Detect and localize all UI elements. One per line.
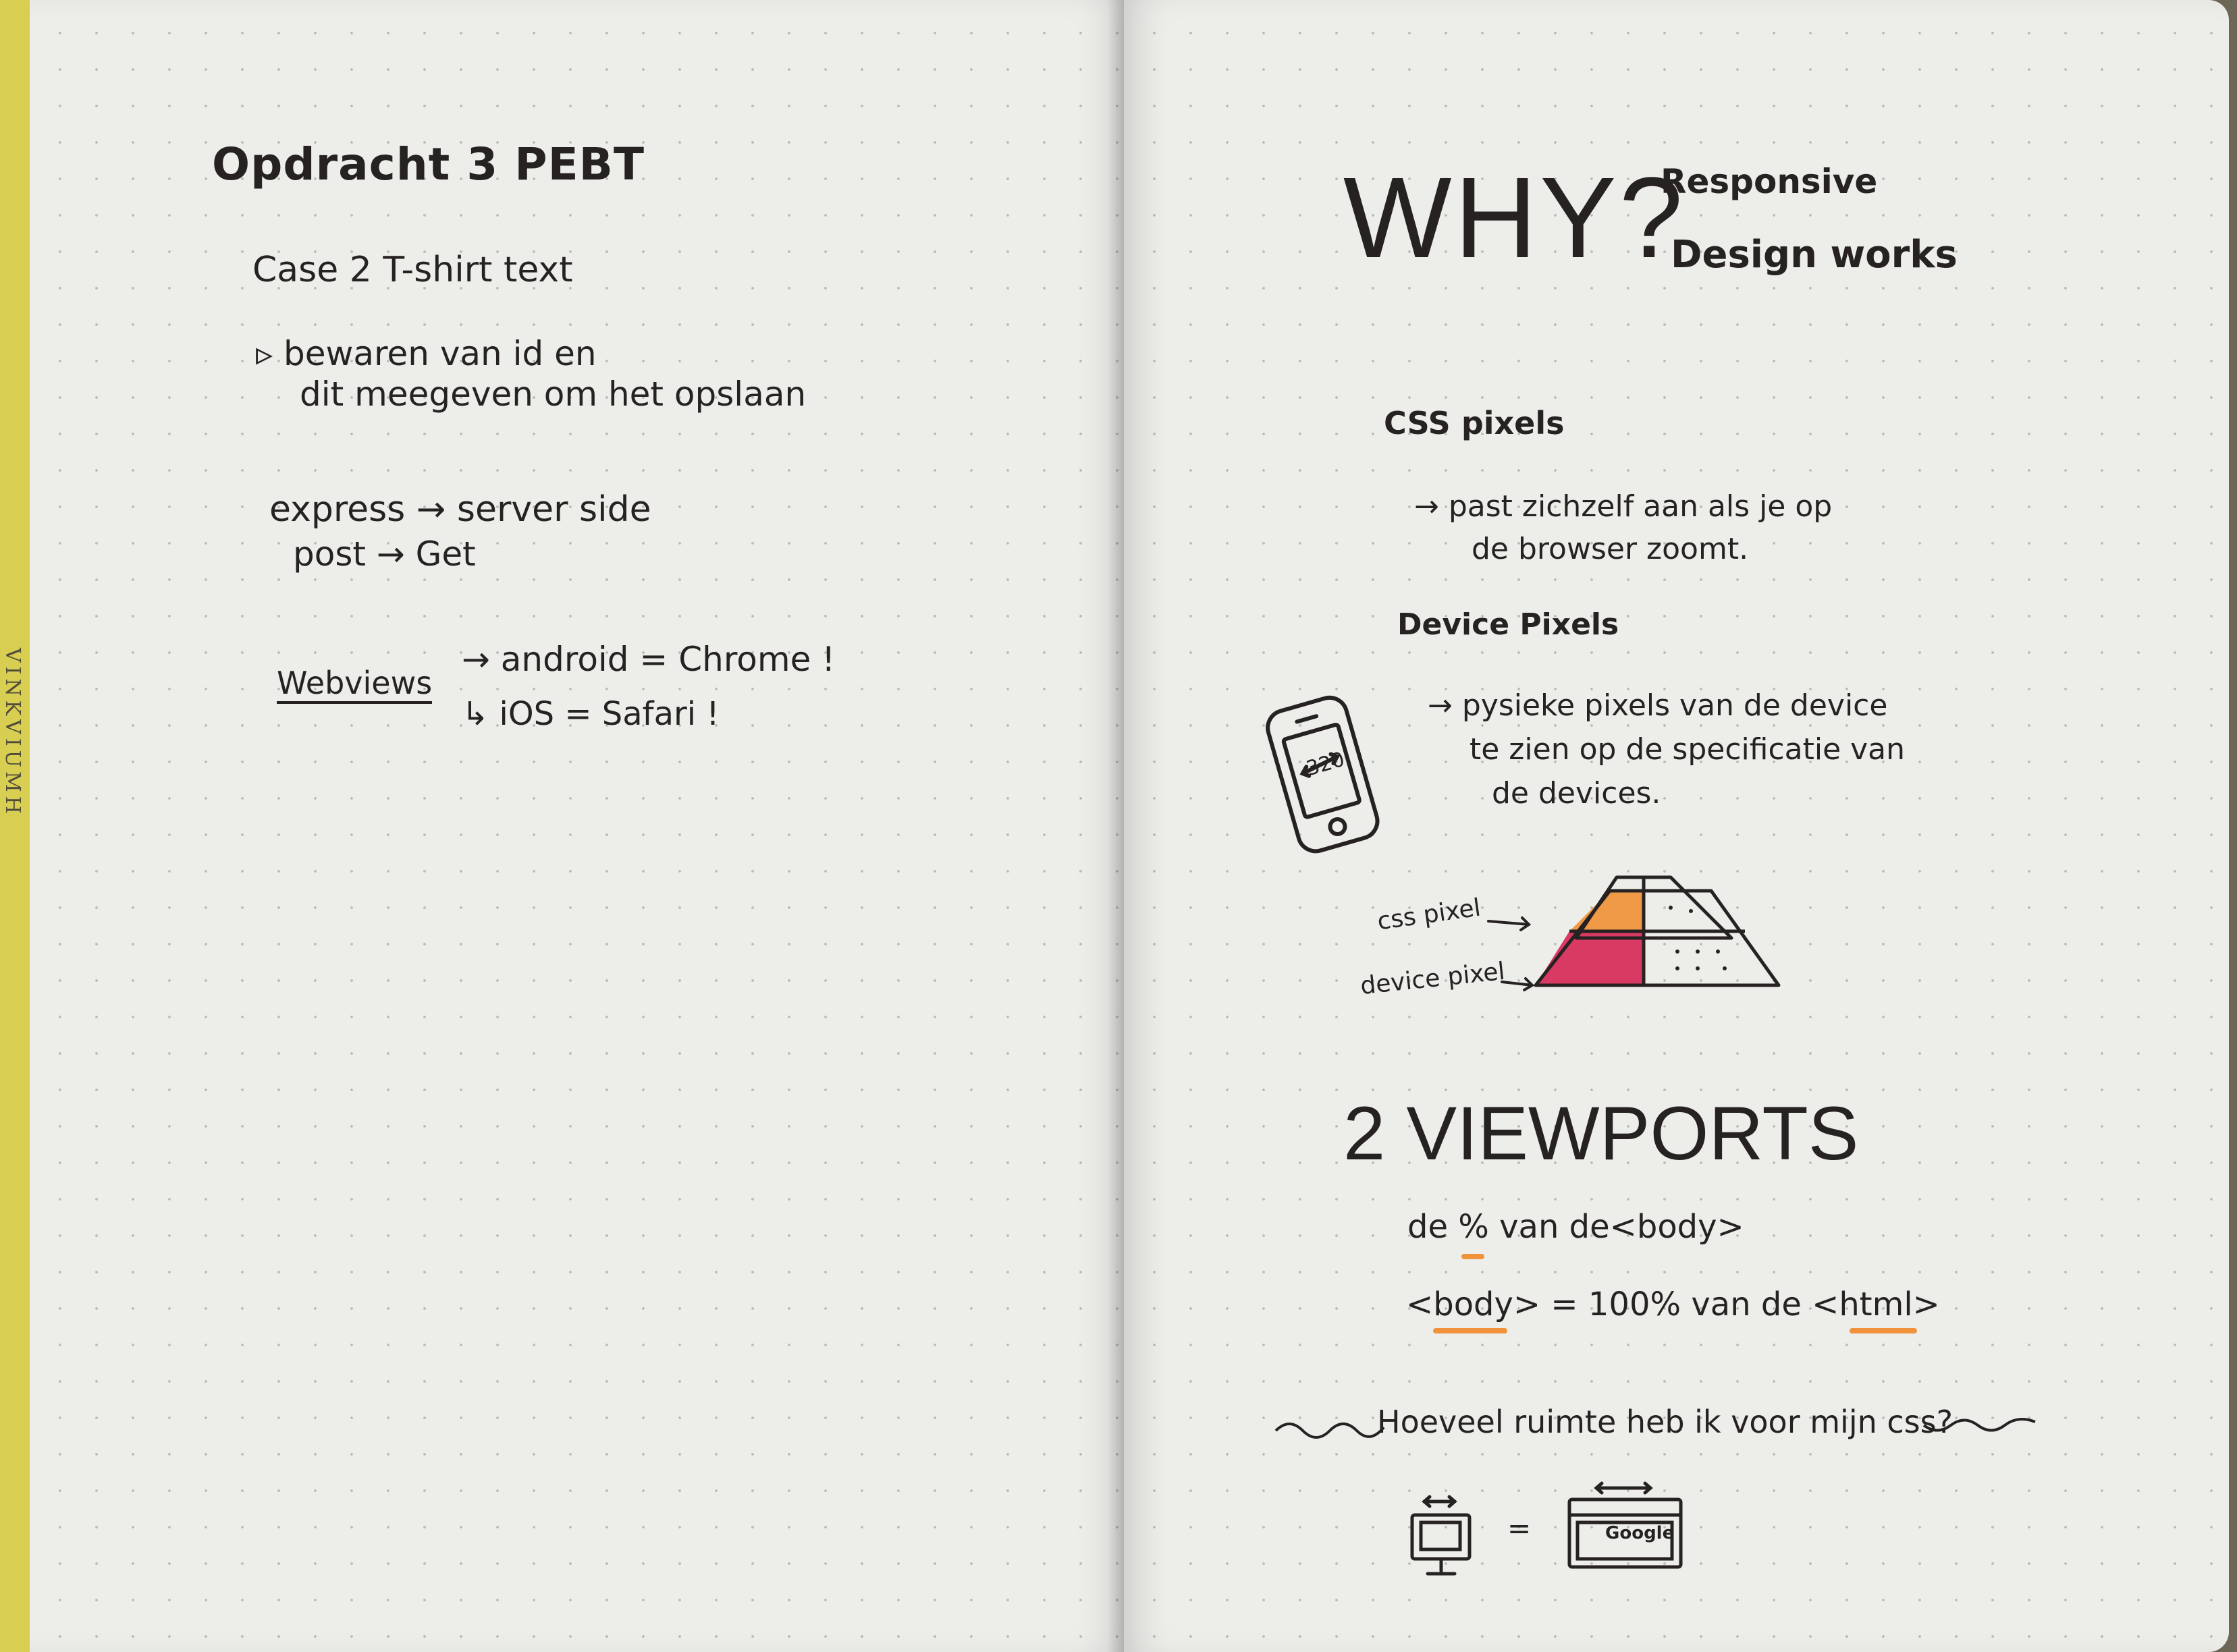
left-squiggle — [1274, 1423, 1385, 1439]
css-pixel-label: css pixel — [1375, 893, 1483, 936]
case-line: Case 2 T-shirt text — [252, 250, 573, 290]
bullet-line-1: ▹ bewaren van id en — [256, 334, 597, 373]
express-line: express → server side — [269, 489, 651, 530]
viewports-heading: 2 VIEWPORTS — [1343, 1091, 1859, 1176]
browser-label: Google — [1605, 1523, 1675, 1543]
spine-lettering: VINKVIUMH — [1, 648, 24, 818]
bullet-line-2: dit meegeven om het opslaan — [300, 375, 807, 414]
ios-line: ↳ iOS = Safari ! — [462, 695, 720, 733]
body-highlight — [1433, 1328, 1507, 1333]
body-line: <body> = 100% van de <html> — [1406, 1286, 1940, 1323]
post-line: post → Get — [293, 534, 476, 574]
html-highlight — [1850, 1328, 1917, 1333]
device-pixels-note-1: → pysieke pixels van de device — [1428, 688, 1888, 723]
monitor-icon — [1410, 1495, 1472, 1576]
label-arrows — [1487, 916, 1535, 991]
right-squiggle — [1922, 1418, 2036, 1432]
right-page: WHY? Responsive Design works CSS pixels … — [1124, 0, 2229, 1652]
android-line: → android = Chrome ! — [462, 640, 836, 679]
device-pixels-note-3: de devices. — [1492, 776, 1661, 810]
subtitle-line-1: Responsive — [1661, 162, 1878, 201]
css-pixels-note-1: → past zichzelf aan als je op — [1414, 489, 1833, 524]
device-pixels-heading: Device Pixels — [1397, 607, 1619, 642]
equals-sign: = — [1507, 1512, 1532, 1545]
css-pixels-note-2: de browser zoomt. — [1472, 532, 1749, 566]
subtitle-line-2: Design works — [1671, 233, 1958, 277]
percent-highlight — [1461, 1254, 1484, 1259]
device-pixels-note-2: te zien op de specificatie van — [1470, 732, 1906, 767]
left-page: Opdracht 3 PEBT Case 2 T-shirt text ▹ be… — [30, 0, 1124, 1652]
percent-line: de % van de<body> — [1407, 1208, 1744, 1246]
left-page-title: Opdracht 3 PEBT — [212, 138, 645, 190]
why-heading: WHY? — [1343, 154, 1686, 282]
css-pixels-heading: CSS pixels — [1384, 405, 1565, 441]
pixel-layers-diagram — [1534, 875, 1781, 987]
question-line: Hoeveel ruimte heb ik voor mijn css? — [1377, 1404, 1953, 1440]
webviews-label: Webviews — [277, 665, 433, 704]
device-pixel-label: device pixel — [1359, 957, 1507, 1001]
